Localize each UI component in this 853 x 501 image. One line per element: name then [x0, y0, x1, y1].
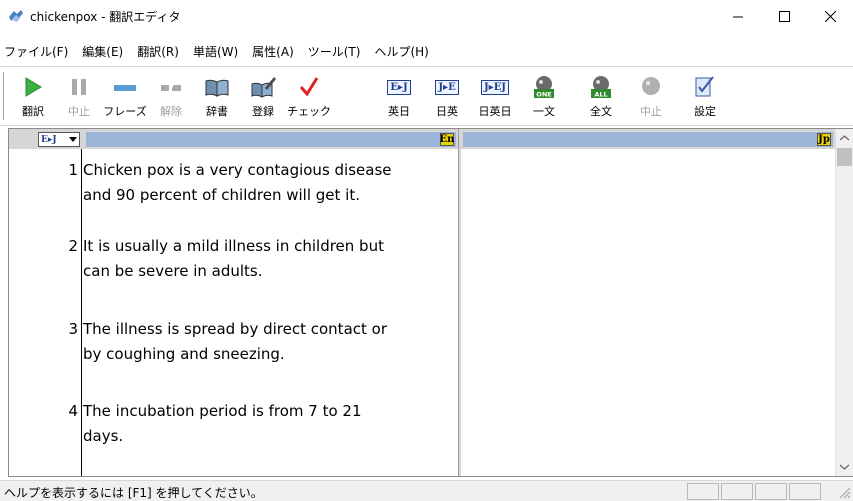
checkmark-icon [299, 77, 319, 97]
sentence-text[interactable]: The incubation period is from 7 to 21 da… [83, 399, 453, 449]
source-lang-bar: En [86, 132, 456, 147]
sentence-number: 4 [68, 402, 78, 420]
register-icon [251, 77, 276, 98]
status-bar: ヘルプを表示するには [F1] を押してください。 [0, 480, 853, 501]
status-pane [721, 483, 753, 500]
one-sentence-icon: ONE [534, 76, 554, 99]
resize-grip-icon[interactable] [838, 486, 851, 499]
sentence-text[interactable]: The illness is spread by direct contact … [83, 317, 453, 367]
en-ja-button[interactable]: E▸J 英日 [376, 70, 422, 124]
status-pane [755, 483, 787, 500]
settings-button[interactable]: 設定 [682, 70, 728, 124]
phrase-icon [114, 85, 136, 91]
close-icon [824, 10, 836, 22]
maximize-button[interactable] [761, 0, 807, 32]
menu-tools[interactable]: ツール(T) [301, 42, 368, 62]
ja-en-icon: J▸E [435, 79, 459, 95]
app-icon [8, 9, 24, 23]
translation-editor: E▸J En Jp 1 Chicken pox is a very contag… [8, 128, 853, 477]
chevron-up-icon [840, 134, 849, 140]
source-lang-tag: En [439, 133, 455, 146]
phrase-button[interactable]: フレーズ [102, 70, 148, 124]
status-pane [789, 483, 821, 500]
target-pane-header: Jp [461, 129, 835, 149]
scroll-down-button[interactable] [836, 458, 853, 475]
play-icon [25, 77, 42, 97]
window-title: chickenpox - 翻訳エディタ [30, 10, 181, 24]
chevron-down-icon [840, 464, 849, 470]
title-bar: chickenpox - 翻訳エディタ [0, 0, 853, 32]
maximize-icon [778, 10, 790, 22]
status-text: ヘルプを表示するには [F1] を押してください。 [4, 486, 263, 500]
sentence-text[interactable]: Chicken pox is a very contagious disease… [83, 158, 453, 208]
unmark-button[interactable]: 解除 [148, 70, 194, 124]
menu-edit[interactable]: 編集(E) [75, 42, 130, 62]
stop-translate-button[interactable]: 中止 [56, 70, 102, 124]
gutter-line [81, 149, 82, 476]
toolbar-grip[interactable] [3, 72, 6, 120]
menu-attribute[interactable]: 属性(A) [245, 42, 301, 62]
speak-one-button[interactable]: ONE 一文 [521, 70, 567, 124]
minimize-icon [732, 16, 743, 17]
speech-badge-label: ONE [536, 91, 551, 99]
menu-help[interactable]: ヘルプ(H) [367, 42, 435, 62]
ja-en-ja-button[interactable]: J▸EJ 日英日 [472, 70, 518, 124]
ja-en-button[interactable]: J▸E 日英 [424, 70, 470, 124]
stop-speech-button[interactable]: 中止 [628, 70, 674, 124]
sentence-number: 2 [68, 237, 78, 255]
sentence-text[interactable]: It is usually a mild illness in children… [83, 234, 453, 284]
minimize-button[interactable] [715, 0, 761, 32]
sentence-number: 3 [68, 320, 78, 338]
speak-all-button[interactable]: ALL 全文 [578, 70, 624, 124]
menu-file[interactable]: ファイル(F) [0, 42, 75, 62]
target-lang-bar: Jp [463, 132, 833, 147]
target-lang-tag: Jp [817, 133, 831, 146]
unmark-icon [161, 83, 181, 93]
ja-en-ja-icon: J▸EJ [480, 79, 510, 95]
register-button[interactable]: 登録 [240, 70, 286, 124]
vertical-scrollbar[interactable] [835, 129, 853, 476]
all-text-icon: ALL [591, 76, 611, 99]
settings-icon [695, 76, 714, 97]
sentence-number: 1 [68, 161, 78, 179]
toolbar: 翻訳 中止 フレーズ 解除 辞書 登録 チェック E▸J 英日 J▸E 日英 J… [0, 66, 853, 126]
stop-speech-icon [642, 77, 660, 95]
close-button[interactable] [807, 0, 853, 32]
source-pane-header: E▸J En [9, 129, 458, 149]
chevron-down-icon [69, 137, 77, 142]
dictionary-button[interactable]: 辞書 [194, 70, 240, 124]
direction-select[interactable]: E▸J [38, 132, 80, 147]
translate-button[interactable]: 翻訳 [10, 70, 56, 124]
pause-icon [72, 79, 86, 95]
direction-label: E▸J [41, 134, 57, 145]
en-ja-icon: E▸J [387, 79, 411, 95]
menu-translate[interactable]: 翻訳(R) [130, 42, 186, 62]
check-button[interactable]: チェック [286, 70, 332, 124]
scroll-up-button[interactable] [836, 129, 853, 146]
speech-badge-label: ALL [594, 91, 607, 99]
pane-splitter[interactable] [458, 129, 461, 476]
menu-bar: ファイル(F) 編集(E) 翻訳(R) 単語(W) 属性(A) ツール(T) ヘ… [0, 42, 853, 62]
menu-word[interactable]: 単語(W) [186, 42, 245, 62]
status-pane [687, 483, 719, 500]
dictionary-icon [205, 79, 229, 97]
scroll-thumb[interactable] [837, 148, 852, 166]
